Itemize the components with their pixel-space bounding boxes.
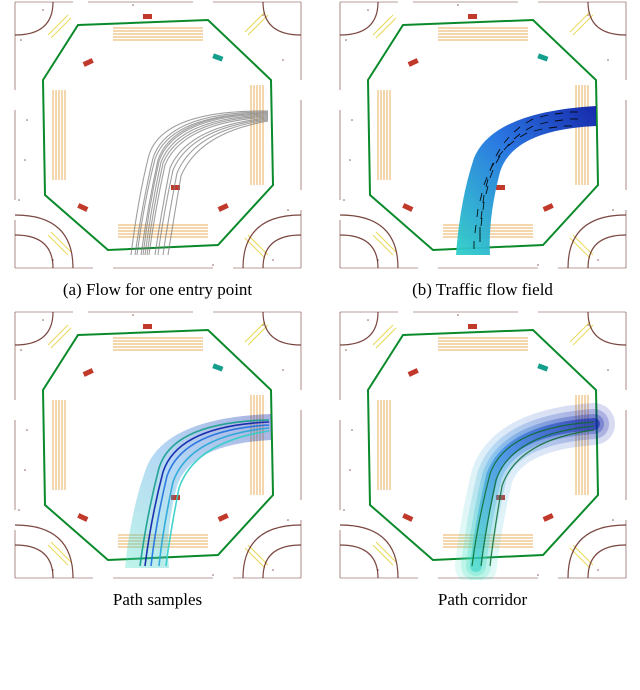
panel-c: Path samples (10, 310, 305, 610)
panel-c-caption: Path samples (113, 590, 202, 610)
panel-d-image (338, 310, 628, 580)
panel-b-caption: (b) Traffic flow field (412, 280, 553, 300)
panel-d-caption: Path corridor (438, 590, 527, 610)
panel-d: Path corridor (335, 310, 630, 610)
panel-c-label: Path samples (113, 590, 202, 609)
panel-a-caption: (a) Flow for one entry point (63, 280, 252, 300)
panel-a-label: (a) Flow for one entry point (63, 280, 252, 299)
panel-a-image (13, 0, 303, 270)
figure-grid: (a) Flow for one entry point (0, 0, 640, 610)
panel-d-label: Path corridor (438, 590, 527, 609)
panel-b-image (338, 0, 628, 270)
panel-a: (a) Flow for one entry point (10, 0, 305, 300)
panel-b: (b) Traffic flow field (335, 0, 630, 300)
panel-b-label: (b) Traffic flow field (412, 280, 553, 299)
panel-c-image (13, 310, 303, 580)
